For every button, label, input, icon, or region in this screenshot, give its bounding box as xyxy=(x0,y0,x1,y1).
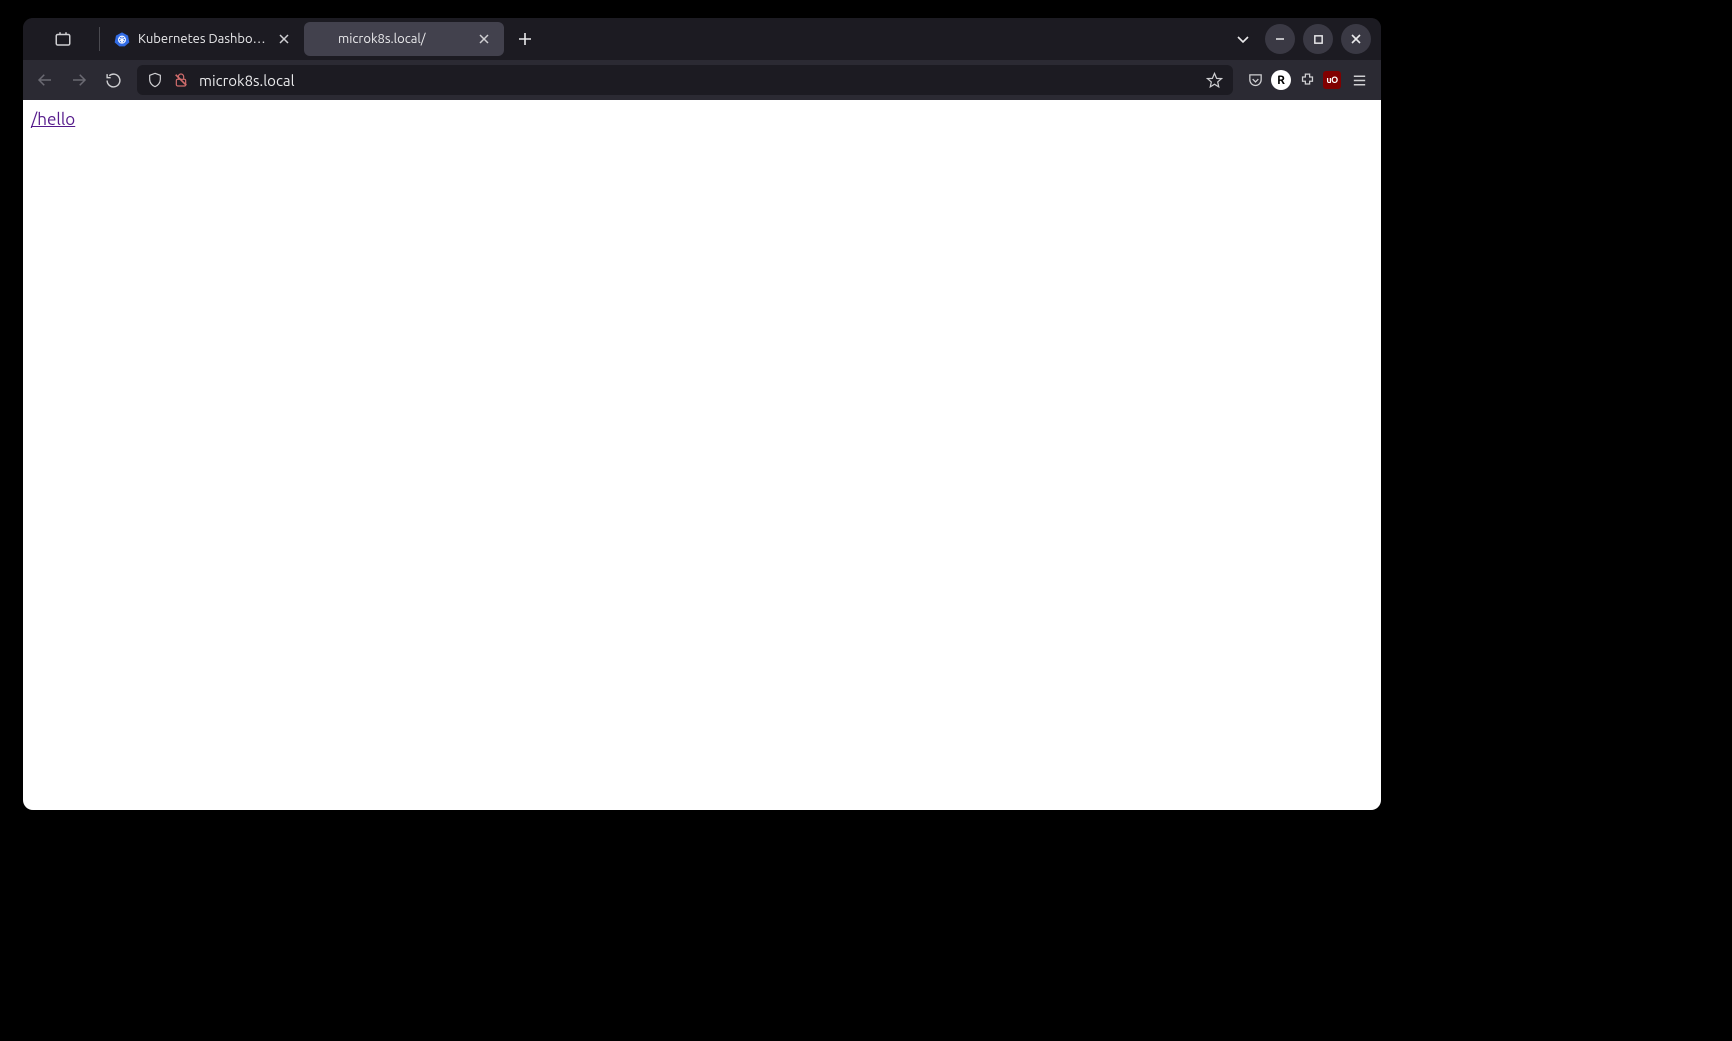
back-button[interactable] xyxy=(29,64,61,96)
k8s-favicon xyxy=(114,31,130,47)
hello-link[interactable]: /hello xyxy=(31,110,75,129)
window-close-button[interactable] xyxy=(1341,24,1371,54)
ublock-origin-button[interactable]: uO xyxy=(1323,71,1341,89)
recent-tabs-icon xyxy=(54,30,72,48)
extension-r-button[interactable]: R xyxy=(1271,70,1291,90)
window-maximize-button[interactable] xyxy=(1303,24,1333,54)
pocket-button[interactable] xyxy=(1241,66,1269,94)
tab-kubernetes-dashboard[interactable]: Kubernetes Dashboard xyxy=(104,22,304,56)
tab-microk8s-local[interactable]: microk8s.local/ xyxy=(304,22,504,56)
new-tab-button[interactable] xyxy=(510,24,540,54)
forward-button[interactable] xyxy=(63,64,95,96)
tabstrip-right xyxy=(1229,24,1377,54)
bookmark-star-icon[interactable] xyxy=(1206,72,1223,89)
tab-close-button[interactable] xyxy=(474,29,494,49)
recent-tabs-button[interactable] xyxy=(27,30,99,48)
app-menu-button[interactable] xyxy=(1343,64,1375,96)
tab-strip: Kubernetes Dashboard microk8s.local/ xyxy=(23,18,1381,60)
reload-button[interactable] xyxy=(97,64,129,96)
address-bar[interactable]: microk8s.local xyxy=(137,65,1233,95)
tab-close-button[interactable] xyxy=(274,29,294,49)
list-all-tabs-button[interactable] xyxy=(1229,25,1257,53)
blank-favicon xyxy=(314,31,330,47)
window-minimize-button[interactable] xyxy=(1265,24,1295,54)
nav-toolbar: microk8s.local R uO xyxy=(23,60,1381,100)
page-viewport: /hello xyxy=(23,100,1381,810)
tab-title: microk8s.local/ xyxy=(338,32,470,46)
shield-icon xyxy=(147,72,163,88)
tabstrip-separator xyxy=(99,27,100,51)
tab-title: Kubernetes Dashboard xyxy=(138,32,270,46)
insecure-lock-icon xyxy=(173,72,189,88)
url-text: microk8s.local xyxy=(199,72,1206,89)
extensions-button[interactable] xyxy=(1293,66,1321,94)
browser-window: Kubernetes Dashboard microk8s.local/ xyxy=(23,18,1381,810)
